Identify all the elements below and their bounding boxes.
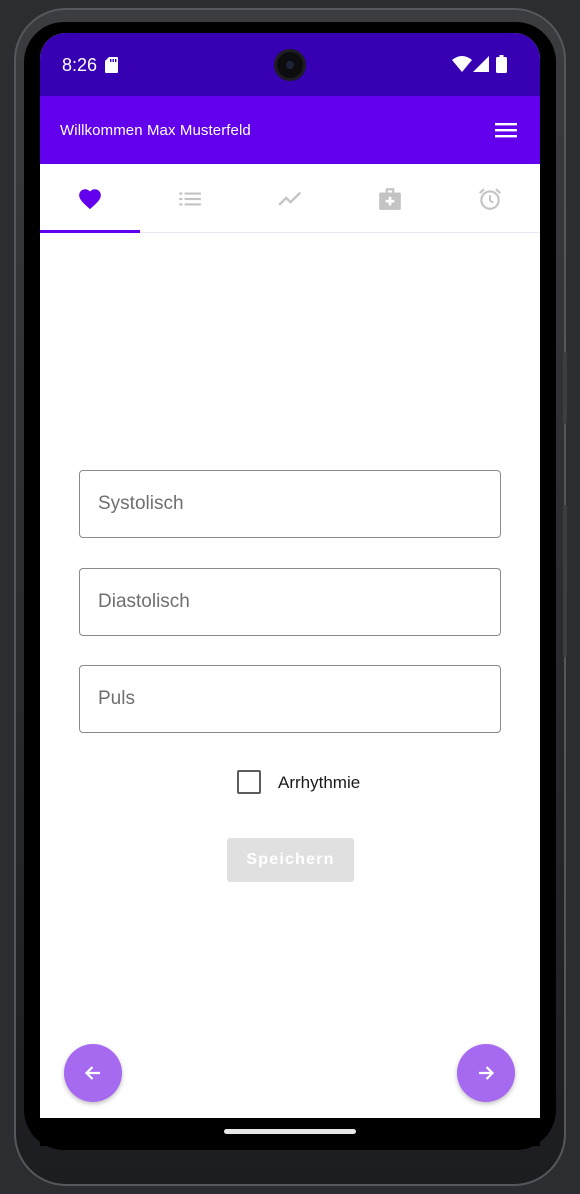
heart-icon <box>79 189 101 210</box>
alarm-clock-icon <box>478 188 502 210</box>
list-icon <box>179 192 201 206</box>
app-title: Willkommen Max Musterfeld <box>60 122 251 139</box>
volume-button <box>563 505 567 657</box>
medical-bag-icon <box>379 188 401 210</box>
back-button[interactable] <box>64 1044 122 1102</box>
tab-list[interactable] <box>140 164 240 232</box>
power-button <box>563 352 567 424</box>
diastolic-input[interactable] <box>80 569 500 635</box>
pulse-input[interactable] <box>80 666 500 732</box>
arrow-left-icon <box>84 1066 100 1080</box>
arrhythmia-checkbox[interactable] <box>237 770 261 794</box>
signal-icon <box>473 56 489 72</box>
status-time: 8:26 <box>62 55 98 75</box>
systolic-input[interactable] <box>80 471 500 537</box>
tab-medication[interactable] <box>340 164 440 232</box>
battery-icon <box>496 55 507 73</box>
status-bar: 8:26 <box>40 33 540 96</box>
hamburger-menu-icon[interactable] <box>494 121 518 139</box>
front-camera <box>274 49 306 81</box>
pulse-field[interactable] <box>79 665 501 733</box>
systolic-field[interactable] <box>79 470 501 538</box>
wifi-icon <box>452 56 472 72</box>
trending-icon <box>278 191 302 206</box>
tab-reminders[interactable] <box>440 164 540 232</box>
home-gesture-handle[interactable] <box>224 1129 356 1134</box>
sd-card-icon <box>105 57 118 73</box>
arrhythmia-label: Arrhythmie <box>278 773 361 792</box>
tab-indicator <box>40 230 140 233</box>
arrhythmia-row[interactable]: Arrhythmie <box>236 769 436 797</box>
forward-button[interactable] <box>457 1044 515 1102</box>
tab-bar <box>40 164 540 233</box>
arrow-right-icon <box>479 1066 495 1080</box>
tab-statistics[interactable] <box>240 164 340 232</box>
diastolic-field[interactable] <box>79 568 501 636</box>
tab-blood-pressure[interactable] <box>40 164 140 233</box>
app-bar: Willkommen Max Musterfeld <box>40 96 540 164</box>
save-button[interactable]: Speichern <box>227 838 354 882</box>
phone-screen: 8:26 Willkommen Max Musterfeld Systolisc… <box>40 33 540 1118</box>
